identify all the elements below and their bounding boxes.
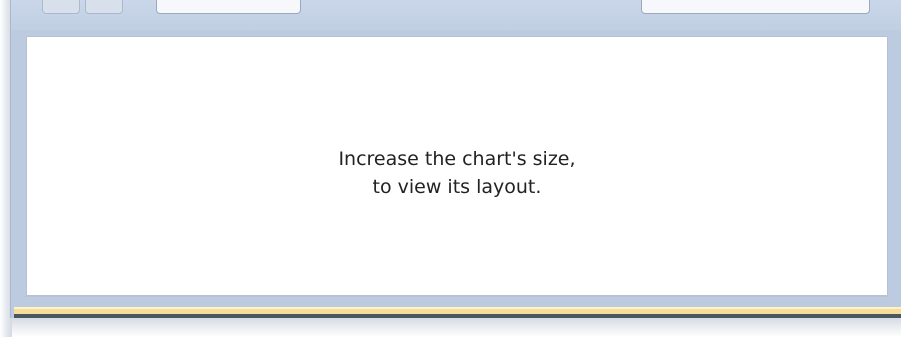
- toolbar-dropdown-center[interactable]: [156, 0, 301, 14]
- chart-size-message-line-2: to view its layout.: [372, 175, 542, 198]
- chart-preview-panel: Increase the chart's size, to view its l…: [26, 36, 888, 296]
- window-bottom-shadow: [12, 318, 901, 337]
- chart-size-message-line-1: Increase the chart's size,: [338, 147, 576, 170]
- panel-bottom-divider: [25, 296, 889, 297]
- chart-toolbar: [11, 0, 901, 30]
- toolbar-button-left-1[interactable]: [42, 0, 80, 14]
- toolbar-dropdown-right[interactable]: [641, 0, 870, 14]
- toolbar-button-left-2[interactable]: [85, 0, 123, 14]
- chart-size-message: Increase the chart's size, to view its l…: [338, 145, 575, 201]
